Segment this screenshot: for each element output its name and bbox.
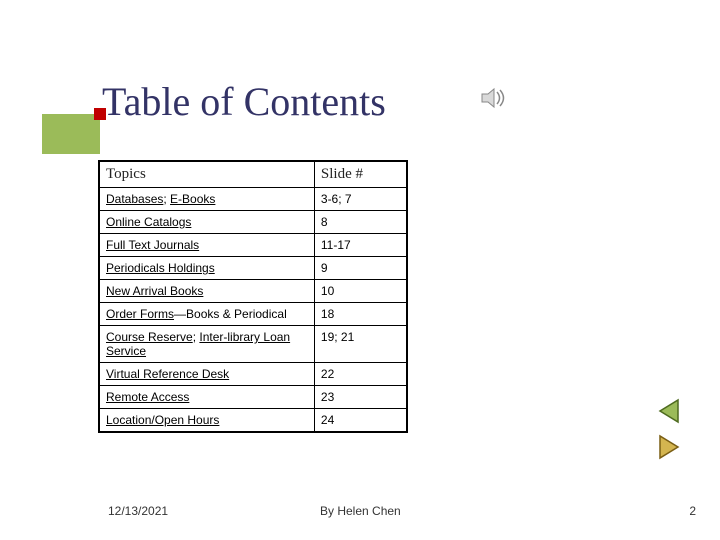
topic-cell: New Arrival Books xyxy=(100,280,315,303)
contents-table: Topics Slide # Databases; E-Books3-6; 7O… xyxy=(98,160,408,433)
nav-arrows xyxy=(654,396,684,462)
slide-cell: 3-6; 7 xyxy=(314,188,406,211)
footer-author: By Helen Chen xyxy=(320,504,401,518)
table-row: Online Catalogs 8 xyxy=(100,211,407,234)
speaker-icon[interactable] xyxy=(480,86,508,110)
slide-cell: 8 xyxy=(314,211,406,234)
topic-link[interactable]: Remote Access xyxy=(106,390,189,404)
table-row: Order Forms—Books & Periodical18 xyxy=(100,303,407,326)
table-row: Periodicals Holdings 9 xyxy=(100,257,407,280)
table-row: Course Reserve; Inter-library Loan Servi… xyxy=(100,326,407,363)
topic-cell: Location/Open Hours xyxy=(100,409,315,432)
topic-link[interactable]: Full Text Journals xyxy=(106,238,199,252)
slide-cell: 19; 21 xyxy=(314,326,406,363)
topic-cell: Databases; E-Books xyxy=(100,188,315,211)
slide-cell: 18 xyxy=(314,303,406,326)
topic-link[interactable]: Course Reserve xyxy=(106,330,193,344)
header-slide: Slide # xyxy=(314,162,406,188)
title-accent-block xyxy=(42,114,100,154)
page-title: Table of Contents xyxy=(102,78,386,125)
topic-cell: Course Reserve; Inter-library Loan Servi… xyxy=(100,326,315,363)
topic-link[interactable]: E-Books xyxy=(170,192,215,206)
slide-cell: 9 xyxy=(314,257,406,280)
topic-cell: Full Text Journals xyxy=(100,234,315,257)
topic-cell: Remote Access xyxy=(100,386,315,409)
table-row: Location/Open Hours 24 xyxy=(100,409,407,432)
slide-cell: 23 xyxy=(314,386,406,409)
topic-link[interactable]: Databases xyxy=(106,192,163,206)
topic-link[interactable]: Online Catalogs xyxy=(106,215,191,229)
prev-slide-button[interactable] xyxy=(654,396,684,426)
next-slide-button[interactable] xyxy=(654,432,684,462)
topic-link[interactable]: Periodicals Holdings xyxy=(106,261,215,275)
header-topics: Topics xyxy=(100,162,315,188)
slide-cell: 22 xyxy=(314,363,406,386)
footer-page-number: 2 xyxy=(689,504,696,518)
footer-date: 12/13/2021 xyxy=(108,504,168,518)
topic-link[interactable]: Order Forms xyxy=(106,307,174,321)
topic-cell: Virtual Reference Desk xyxy=(100,363,315,386)
table-header-row: Topics Slide # xyxy=(100,162,407,188)
table-row: Full Text Journals 11-17 xyxy=(100,234,407,257)
table-row: Databases; E-Books3-6; 7 xyxy=(100,188,407,211)
slide-cell: 24 xyxy=(314,409,406,432)
slide-cell: 10 xyxy=(314,280,406,303)
topic-link[interactable]: New Arrival Books xyxy=(106,284,203,298)
topic-link[interactable]: Virtual Reference Desk xyxy=(106,367,229,381)
table-row: New Arrival Books 10 xyxy=(100,280,407,303)
topic-cell: Online Catalogs xyxy=(100,211,315,234)
topic-link[interactable]: Location/Open Hours xyxy=(106,413,219,427)
table-row: Remote Access 23 xyxy=(100,386,407,409)
table-row: Virtual Reference Desk 22 xyxy=(100,363,407,386)
topic-cell: Order Forms—Books & Periodical xyxy=(100,303,315,326)
slide-cell: 11-17 xyxy=(314,234,406,257)
topic-cell: Periodicals Holdings xyxy=(100,257,315,280)
